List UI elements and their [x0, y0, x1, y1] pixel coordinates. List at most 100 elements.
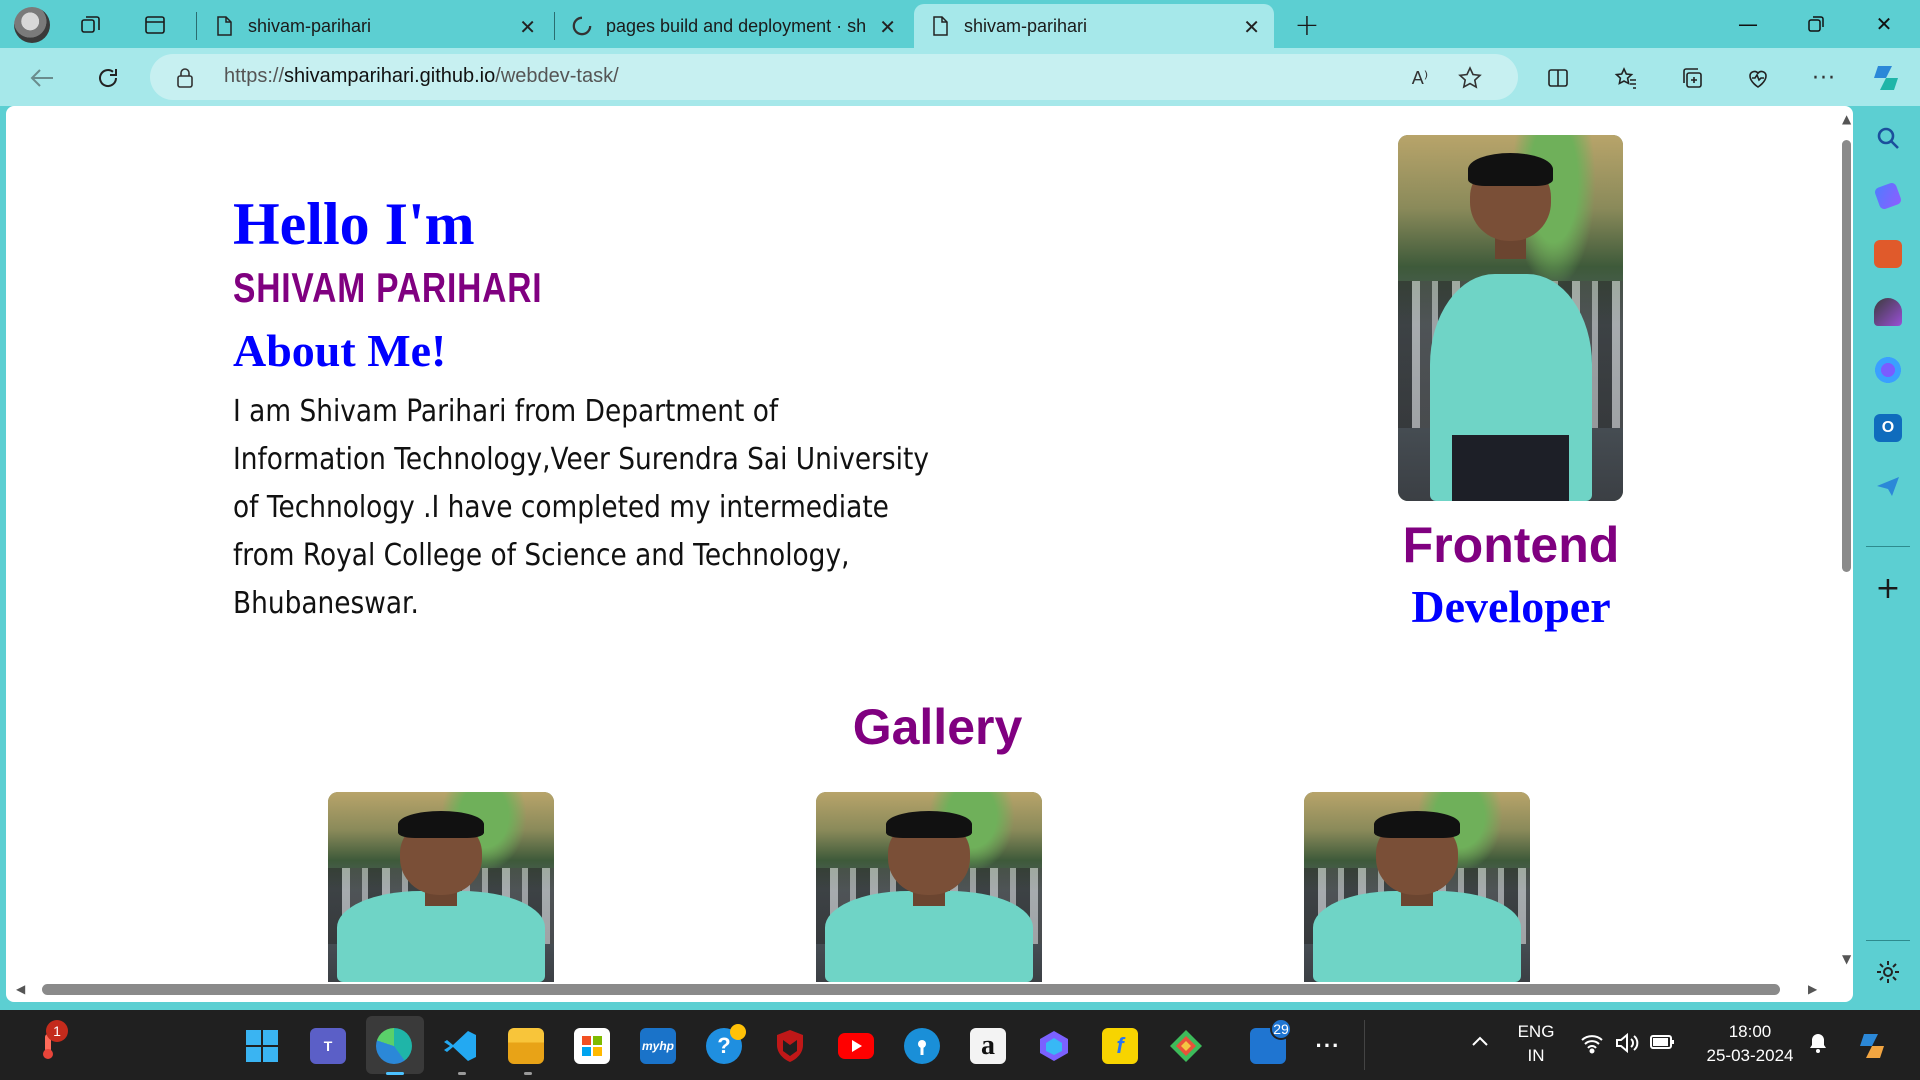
collections-icon[interactable] — [1674, 60, 1710, 96]
volume-icon[interactable] — [1614, 1032, 1640, 1059]
minimize-icon[interactable]: — — [1718, 6, 1778, 42]
amazon-icon[interactable]: a — [970, 1028, 1006, 1064]
gallery-photo — [328, 792, 554, 982]
copilot-app-icon[interactable] — [1036, 1028, 1072, 1064]
help-notification-dot — [730, 1024, 746, 1040]
file-explorer-icon[interactable] — [508, 1028, 544, 1064]
page-icon — [214, 16, 234, 36]
hello-heading: Hello I'm — [233, 191, 475, 257]
copilot-preview-icon[interactable] — [1854, 1028, 1890, 1064]
tab-shivam-parihari-1[interactable]: shivam-parihari ✕ — [198, 4, 550, 48]
restore-icon[interactable] — [1786, 6, 1846, 42]
notifications-bell-icon[interactable] — [1808, 1032, 1828, 1059]
browser-essentials-icon[interactable] — [1740, 60, 1776, 96]
weather-badge: 1 — [46, 1020, 68, 1042]
edge-browser-icon[interactable] — [376, 1028, 412, 1064]
role-developer: Developer — [1411, 581, 1611, 632]
lock-icon[interactable] — [176, 67, 194, 93]
more-options-icon[interactable]: ··· — [1806, 60, 1842, 96]
gallery-heading: Gallery — [852, 699, 1023, 755]
tab-label: shivam-parihari — [964, 15, 1088, 36]
scroll-left-arrow-icon[interactable]: ◀ — [16, 982, 25, 996]
close-tab-icon[interactable]: ✕ — [1243, 15, 1260, 40]
tab-pages-build[interactable]: pages build and deployment · sh ✕ — [556, 4, 910, 48]
url-path: /webdev-task/ — [495, 65, 619, 87]
profile-photo — [1398, 135, 1623, 501]
read-aloud-icon[interactable]: A⁾ — [1406, 65, 1434, 91]
address-bar[interactable]: https://shivamparihari.github.io/webdev-… — [150, 54, 1518, 100]
edge-running-indicator — [386, 1072, 404, 1075]
git-diamond-icon[interactable] — [1168, 1028, 1204, 1064]
url-host: shivamparihari.github.io — [284, 65, 496, 87]
clock-time[interactable]: 18:00 — [1690, 1022, 1810, 1042]
teams-icon[interactable]: T — [310, 1028, 346, 1064]
copilot-icon[interactable] — [1868, 60, 1904, 96]
windows-start-icon[interactable] — [244, 1028, 280, 1064]
sbi-icon[interactable] — [904, 1028, 940, 1064]
shopping-tag-icon[interactable] — [1873, 181, 1903, 211]
workspaces-icon[interactable] — [74, 8, 108, 42]
favorite-star-icon[interactable] — [1456, 65, 1484, 91]
tab-separator — [554, 12, 555, 40]
flipkart-icon[interactable]: f — [1102, 1028, 1138, 1064]
tab-shivam-parihari-active[interactable]: shivam-parihari ✕ — [914, 4, 1274, 48]
vertical-scroll-thumb[interactable] — [1842, 140, 1851, 572]
url-protocol: https:// — [224, 65, 285, 87]
navigation-bar: https://shivamparihari.github.io/webdev-… — [0, 48, 1920, 106]
tab-separator — [196, 12, 197, 40]
gallery-photo — [1304, 792, 1530, 982]
favorites-icon[interactable] — [1608, 60, 1644, 96]
drop-send-icon[interactable] — [1874, 472, 1902, 500]
gallery-photo — [816, 792, 1042, 982]
scroll-down-arrow-icon[interactable]: ▼ — [1842, 952, 1851, 966]
close-tab-icon[interactable]: ✕ — [519, 15, 536, 40]
add-sidebar-app-icon[interactable]: + — [1874, 574, 1902, 604]
page-icon — [930, 16, 950, 36]
taskbar-divider — [1364, 1020, 1365, 1070]
store-updates-badge: 29 — [1270, 1018, 1292, 1040]
split-screen-icon[interactable] — [1540, 60, 1576, 96]
close-window-icon[interactable]: ✕ — [1854, 6, 1914, 42]
scroll-up-arrow-icon[interactable]: ▲ — [1842, 112, 1851, 126]
vscode-icon[interactable] — [442, 1028, 478, 1064]
more-apps-icon[interactable]: ··· — [1310, 1028, 1346, 1064]
youtube-icon[interactable] — [838, 1028, 874, 1064]
wifi-icon[interactable] — [1580, 1032, 1604, 1059]
sidebar-divider — [1866, 940, 1910, 941]
games-icon[interactable] — [1874, 298, 1902, 326]
new-tab-icon[interactable]: + — [1290, 8, 1324, 43]
url-text[interactable]: https://shivamparihari.github.io/webdev-… — [224, 65, 619, 88]
outlook-icon[interactable]: O — [1874, 414, 1902, 442]
sidebar-divider — [1866, 546, 1910, 547]
battery-icon[interactable] — [1650, 1032, 1676, 1057]
tab-label: shivam-parihari — [248, 15, 372, 36]
show-hidden-icons-chevron-icon[interactable] — [1470, 1032, 1490, 1057]
copilot-sidebar-icon[interactable] — [1874, 356, 1902, 384]
settings-gear-icon[interactable] — [1874, 958, 1902, 986]
language-line1[interactable]: ENG — [1516, 1022, 1556, 1042]
scroll-right-arrow-icon[interactable]: ▶ — [1808, 982, 1817, 996]
vertical-tabs-icon[interactable] — [138, 8, 172, 42]
page-viewport: Hello I'm SHIVAM PARIHARI About Me! I am… — [6, 106, 1853, 1002]
back-icon[interactable] — [24, 60, 60, 96]
language-line2[interactable]: IN — [1516, 1046, 1556, 1066]
tools-briefcase-icon[interactable] — [1874, 240, 1902, 268]
github-spinner-icon — [572, 16, 592, 36]
edge-sidebar: O + — [1856, 106, 1920, 1006]
about-heading: About Me! — [233, 325, 447, 376]
tab-label: pages build and deployment · sh — [606, 15, 867, 36]
bio-paragraph: I am Shivam Parihari from Department of … — [233, 394, 929, 621]
refresh-icon[interactable] — [90, 60, 126, 96]
microsoft-store-icon[interactable] — [574, 1028, 610, 1064]
role-frontend: Frontend — [1402, 517, 1620, 573]
mcafee-shield-icon[interactable] — [772, 1028, 808, 1064]
vscode-running-indicator — [458, 1072, 466, 1075]
myhp-icon[interactable]: myhp — [640, 1028, 676, 1064]
horizontal-scroll-thumb[interactable] — [42, 984, 1780, 995]
profile-avatar[interactable] — [14, 7, 50, 43]
close-tab-icon[interactable]: ✕ — [879, 15, 896, 40]
clock-date[interactable]: 25-03-2024 — [1690, 1046, 1810, 1066]
name-heading: SHIVAM PARIHARI — [233, 264, 543, 311]
title-bar: shivam-parihari ✕ pages build and deploy… — [0, 0, 1920, 48]
search-icon[interactable] — [1874, 124, 1902, 152]
